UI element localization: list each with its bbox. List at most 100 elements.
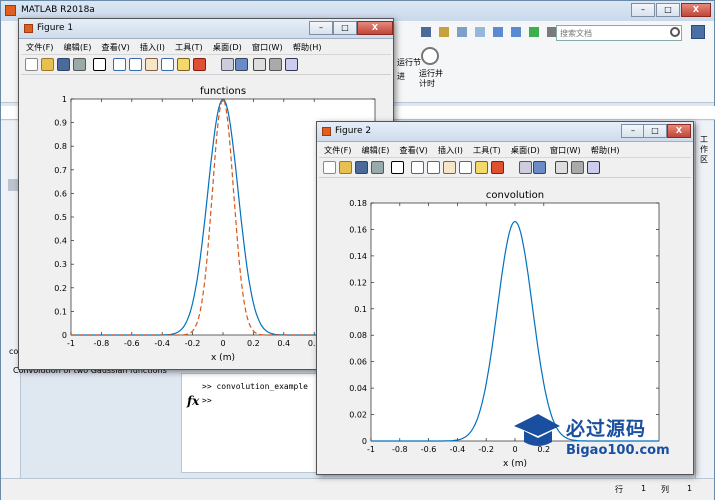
figure-2-minimize-button[interactable]: – — [621, 124, 645, 138]
figure-2-maximize-button[interactable]: □ — [643, 124, 667, 138]
ribbon-advance-label[interactable]: 进 — [397, 71, 405, 82]
x-tick-label: -0.4 — [450, 445, 466, 454]
y-tick-label: 0 — [362, 437, 367, 446]
figure-2-menu-item[interactable]: 帮助(H) — [586, 142, 625, 158]
undo-icon[interactable] — [493, 27, 503, 37]
new-figure-icon[interactable] — [323, 161, 336, 174]
figure-2-menu-item[interactable]: 工具(T) — [468, 142, 506, 158]
switch-windows-icon[interactable] — [529, 27, 539, 37]
figure-2-title-bar[interactable]: Figure 2 – □ X — [317, 122, 693, 142]
hide-tools-icon[interactable] — [269, 58, 282, 71]
figure-1-menu-item[interactable]: 工具(T) — [170, 39, 208, 55]
figure-1-menu-item[interactable]: 查看(V) — [96, 39, 134, 55]
command-prompt[interactable]: >> — [202, 396, 212, 405]
x-tick-label: 0.4 — [277, 339, 290, 348]
brush-icon[interactable] — [491, 161, 504, 174]
open-icon[interactable] — [41, 58, 54, 71]
x-tick-label: -0.2 — [478, 445, 494, 454]
new-figure-icon[interactable] — [25, 58, 38, 71]
open-icon[interactable] — [339, 161, 352, 174]
col-value: 1 — [687, 484, 693, 493]
left-panel-fragment: co — [9, 347, 19, 356]
pan-icon[interactable] — [145, 58, 158, 71]
figure-2-menu-item[interactable]: 插入(I) — [433, 142, 468, 158]
redo-icon[interactable] — [511, 27, 521, 37]
x-tick-label: -0.8 — [392, 445, 408, 454]
figure-1-close-button[interactable]: X — [357, 21, 393, 35]
y-tick-label: 0.9 — [54, 119, 67, 128]
figure-1-menu-item[interactable]: 窗口(W) — [247, 39, 288, 55]
matlab-logo-icon — [5, 5, 16, 16]
data-cursor-icon[interactable] — [177, 58, 190, 71]
show-tools-icon[interactable] — [285, 58, 298, 71]
documentation-search-input[interactable]: 搜索文档 — [556, 25, 682, 41]
run-and-time-label[interactable]: 运行并 计时 — [419, 69, 443, 89]
figure-1-minimize-button[interactable]: – — [309, 21, 333, 35]
figure-1-title: Figure 1 — [37, 23, 74, 33]
figure-1-menu-item[interactable]: 帮助(H) — [288, 39, 327, 55]
figure-1-menu-item[interactable]: 编辑(E) — [58, 39, 96, 55]
y-tick-label: 0.04 — [349, 384, 367, 393]
chart-title: convolution — [486, 190, 544, 201]
workspace-panel-collapsed[interactable]: 工作区 — [695, 121, 714, 478]
hide-tools-icon[interactable] — [571, 161, 584, 174]
link-icon[interactable] — [221, 58, 234, 71]
figure-1-menu-item[interactable]: 桌面(D) — [208, 39, 247, 55]
search-icon[interactable] — [670, 27, 680, 37]
show-tools-icon[interactable] — [587, 161, 600, 174]
zoom-in-icon[interactable] — [113, 58, 126, 71]
figure-1-maximize-button[interactable]: □ — [333, 21, 357, 35]
print-icon[interactable] — [371, 161, 384, 174]
figure-1-title-bar[interactable]: Figure 1 – □ X — [19, 19, 393, 39]
paste-icon[interactable] — [475, 27, 485, 37]
figure-2-menubar: 文件(F) 编辑(E) 查看(V) 插入(I) 工具(T) 桌面(D) 窗口(W) 帮助(H) — [319, 142, 691, 158]
main-maximize-button[interactable]: □ — [656, 3, 680, 17]
run-and-time-icon[interactable] — [421, 47, 439, 65]
ribbon-run-section-label[interactable]: 运行节 — [397, 57, 421, 68]
plot-area — [370, 202, 660, 442]
y-tick-label: 0 — [62, 331, 67, 340]
link-icon[interactable] — [519, 161, 532, 174]
zoom-out-icon[interactable] — [129, 58, 142, 71]
fx-icon[interactable]: fx — [187, 394, 199, 408]
save-icon[interactable] — [57, 58, 70, 71]
x-tick-label: -0.8 — [94, 339, 110, 348]
zoom-in-icon[interactable] — [411, 161, 424, 174]
command-window[interactable]: >> convolution_example fx >> — [181, 373, 321, 473]
colorbar-icon[interactable] — [533, 161, 546, 174]
save-icon[interactable] — [421, 27, 431, 37]
figure-1-menu-item[interactable]: 插入(I) — [135, 39, 170, 55]
x-tick-label: -1 — [67, 339, 75, 348]
figure-2-menu-item[interactable]: 查看(V) — [394, 142, 432, 158]
cut-icon[interactable] — [439, 27, 449, 37]
x-tick-label: -0.2 — [185, 339, 201, 348]
pointer-icon[interactable] — [391, 161, 404, 174]
main-minimize-button[interactable]: – — [631, 3, 655, 17]
figure-2-menu-item[interactable]: 文件(F) — [319, 142, 356, 158]
legend-icon[interactable] — [253, 58, 266, 71]
pointer-icon[interactable] — [93, 58, 106, 71]
figure-2-menu-item[interactable]: 编辑(E) — [356, 142, 394, 158]
notification-icon[interactable] — [691, 25, 705, 39]
copy-icon[interactable] — [457, 27, 467, 37]
rotate-icon[interactable] — [459, 161, 472, 174]
y-tick-label: 0.16 — [349, 225, 367, 234]
y-tick-label: 0.06 — [349, 358, 367, 367]
rotate-icon[interactable] — [161, 58, 174, 71]
data-cursor-icon[interactable] — [475, 161, 488, 174]
figure-2-menu-item[interactable]: 窗口(W) — [545, 142, 586, 158]
main-close-button[interactable]: X — [681, 3, 711, 17]
brush-icon[interactable] — [193, 58, 206, 71]
save-icon[interactable] — [355, 161, 368, 174]
pan-icon[interactable] — [443, 161, 456, 174]
legend-icon[interactable] — [555, 161, 568, 174]
figure-1-menu-item[interactable]: 文件(F) — [21, 39, 58, 55]
print-icon[interactable] — [73, 58, 86, 71]
x-tick-label: -0.6 — [124, 339, 140, 348]
figure-2-menu-item[interactable]: 桌面(D) — [506, 142, 545, 158]
figure-2-close-button[interactable]: X — [667, 124, 691, 138]
zoom-out-icon[interactable] — [427, 161, 440, 174]
colorbar-icon[interactable] — [235, 58, 248, 71]
workspace-label[interactable]: 工作区 — [700, 135, 710, 165]
y-tick-label: 0.2 — [54, 284, 67, 293]
